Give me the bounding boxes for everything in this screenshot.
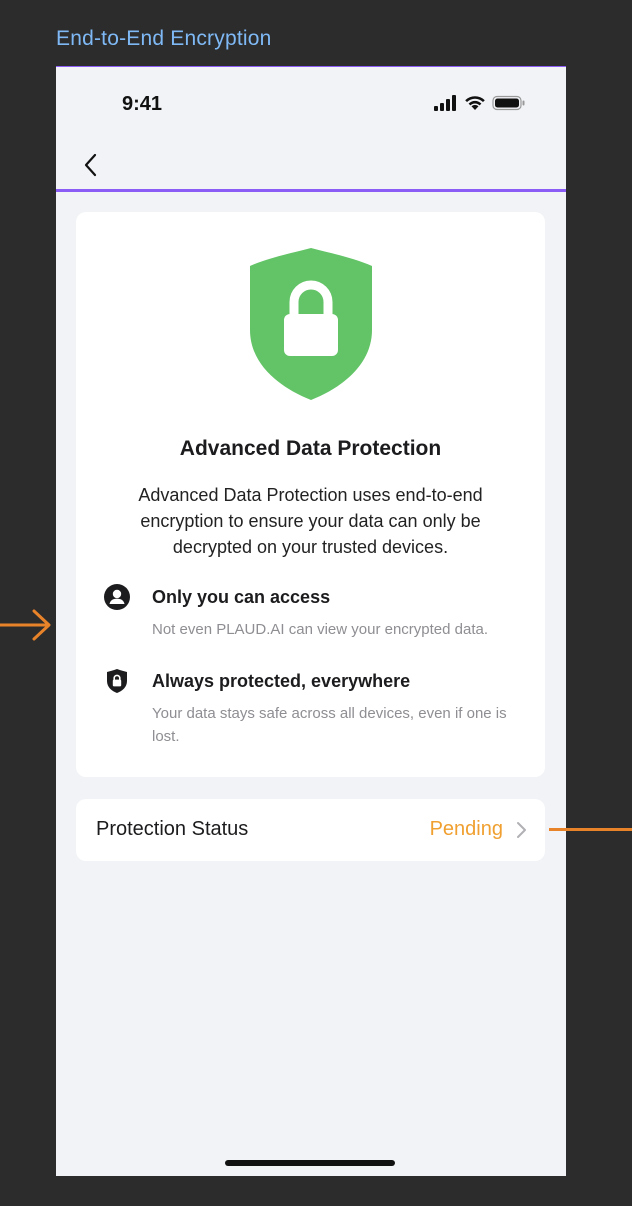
protection-status-row[interactable]: Protection Status Pending [76,799,545,861]
person-circle-icon [104,584,130,610]
back-button[interactable] [78,149,102,181]
feature-description: Your data stays safe across all devices,… [152,705,507,745]
lock-shield-icon [250,248,372,400]
card-description: Advanced Data Protection uses end-to-end… [138,485,483,557]
annotation-line [549,828,632,831]
feature-title: Always protected, everywhere [152,671,411,691]
home-indicator [225,1160,395,1166]
phone-screen: 9:41 Advanced Data Protection Advanced D… [56,66,566,1176]
protection-status-label: Protection Status [96,818,249,840]
advanced-data-protection-card: Advanced Data Protection Advanced Data P… [76,212,545,777]
protection-status-value: Pending [429,818,503,840]
frame-label: End-to-End Encryption [56,27,272,50]
card-title: Advanced Data Protection [179,437,442,460]
battery-icon [492,95,525,111]
feature-description: Not even PLAUD.AI can view your encrypte… [152,621,489,638]
navigation-bar: 9:41 [56,66,566,192]
status-time: 9:41 [122,93,163,115]
cellular-signal-icon [434,95,456,111]
wifi-icon [465,96,485,110]
chevron-left-icon [84,153,97,177]
shield-lock-icon [107,669,127,693]
chevron-right-icon [517,822,526,838]
annotation-arrow-icon [0,609,51,641]
feature-title: Only you can access [152,587,331,607]
status-icons [434,95,526,111]
